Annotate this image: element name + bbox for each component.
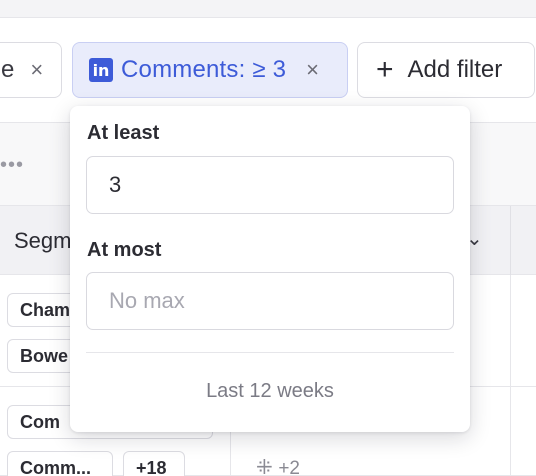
more-dots-icon[interactable]: ••• (0, 154, 24, 177)
slack-icon-group: ⁜ +2 (256, 455, 300, 476)
at-least-label: At least (87, 122, 160, 144)
at-most-label: At most (87, 239, 162, 261)
add-filter-label: Add filter (407, 56, 503, 83)
slack-count: +2 (278, 458, 300, 476)
segment-tag[interactable]: Comm... (7, 451, 113, 476)
column-header-segment[interactable]: Segm (14, 228, 71, 254)
column-divider (510, 275, 511, 476)
plus-icon: + (376, 53, 394, 86)
column-divider (510, 206, 511, 276)
linkedin-icon: in (89, 58, 113, 82)
comments-filter-chip[interactable]: in Comments: ≥ 3 × (72, 42, 348, 98)
comments-filter-popup: At least At most Last 12 weeks (70, 106, 470, 432)
previous-filter-chip[interactable]: e × (0, 42, 62, 98)
close-icon[interactable]: × (306, 57, 319, 83)
at-most-input[interactable] (86, 272, 454, 330)
comments-filter-label: Comments: ≥ 3 (121, 56, 287, 83)
at-least-input[interactable] (86, 156, 454, 214)
popup-divider (86, 352, 454, 353)
segment-overflow-badge[interactable]: +18 (123, 451, 185, 476)
close-icon[interactable]: × (30, 57, 43, 83)
add-filter-button[interactable]: + Add filter (357, 42, 535, 98)
time-range-label: Last 12 weeks (206, 380, 334, 402)
slack-icon: ⁜ (256, 457, 273, 476)
previous-filter-label: e (1, 56, 15, 83)
top-strip (0, 0, 536, 18)
